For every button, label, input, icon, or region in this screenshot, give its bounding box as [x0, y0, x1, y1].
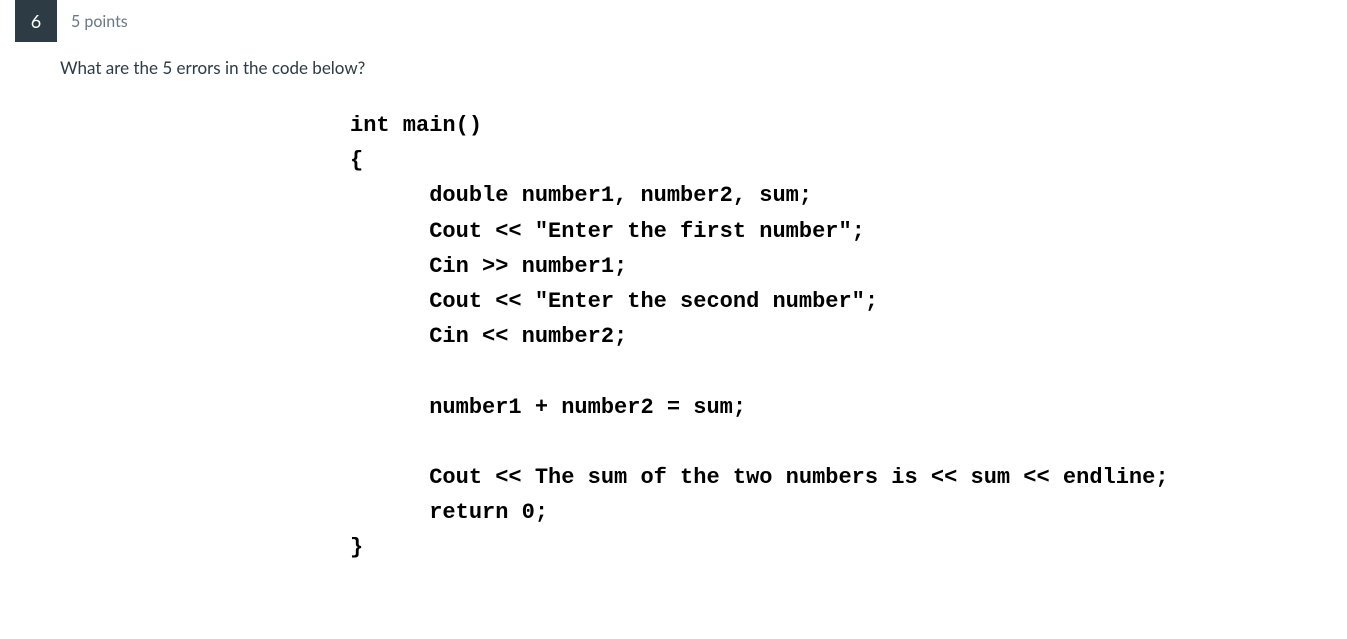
question-number-badge: 6 [15, 0, 57, 42]
question-points: 5 points [57, 0, 142, 42]
code-block: int main() { double number1, number2, su… [350, 108, 1347, 565]
question-number-text: 6 [31, 10, 41, 32]
question-header: 6 5 points [15, 0, 1347, 42]
question-container: 6 5 points What are the 5 errors in the … [15, 0, 1347, 565]
question-prompt: What are the 5 errors in the code below? [60, 57, 1347, 78]
